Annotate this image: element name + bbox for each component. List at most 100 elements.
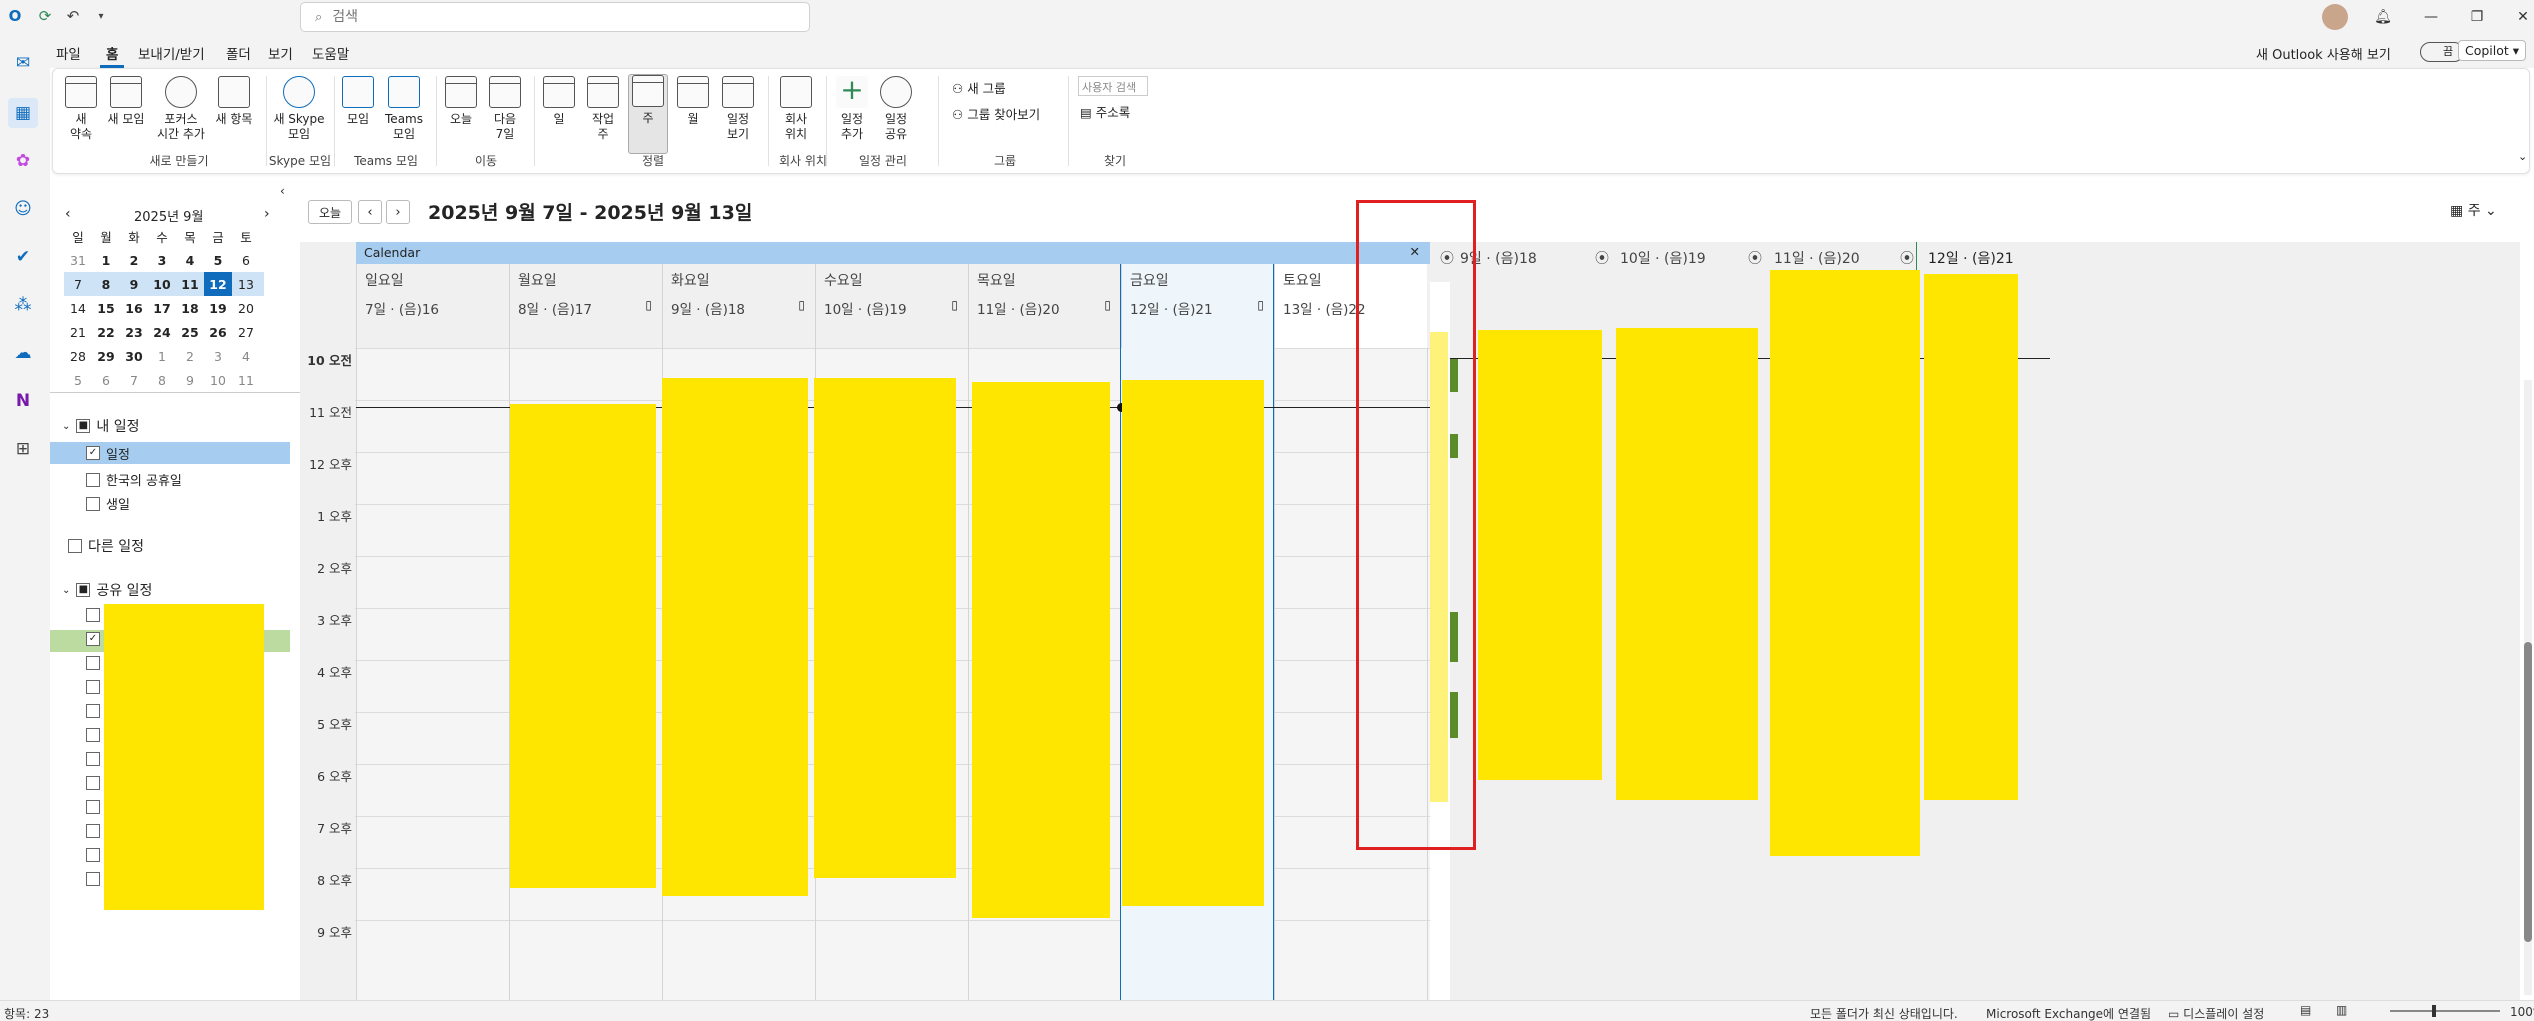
- scroll-thumb[interactable]: [2524, 642, 2532, 942]
- group-checkbox[interactable]: [68, 539, 82, 553]
- shared-calendar-checkbox[interactable]: [86, 608, 100, 622]
- normal-view-icon[interactable]: ▤: [2300, 1003, 2311, 1017]
- mini-calendar-day[interactable]: 4: [232, 344, 260, 368]
- undo-icon[interactable]: ↶: [62, 5, 84, 27]
- mini-calendar-day[interactable]: 23: [120, 320, 148, 344]
- view-switcher[interactable]: ▦ 주 ⌄: [2450, 200, 2497, 220]
- zoom-thumb[interactable]: [2432, 1005, 2436, 1017]
- apps-icon[interactable]: ⊞: [8, 434, 38, 464]
- shared-calendar-checkbox[interactable]: [86, 656, 100, 670]
- mini-calendar-day[interactable]: 31: [64, 248, 92, 272]
- browse-groups-button[interactable]: ⚇ 그룹 찾아보기: [952, 104, 1040, 123]
- note-icon[interactable]: ▯: [1104, 298, 1111, 312]
- mini-calendar-day[interactable]: 5: [204, 248, 232, 272]
- search-box[interactable]: ⌕: [300, 2, 810, 32]
- mini-calendar-day[interactable]: 29: [92, 344, 120, 368]
- search-input[interactable]: [332, 9, 773, 25]
- day-header[interactable]: 일요일 7일 · (음)16: [356, 264, 509, 348]
- shared-calendar-checkbox[interactable]: [86, 800, 100, 814]
- bell-icon[interactable]: 🔔︎: [2360, 0, 2406, 34]
- zoom-slider[interactable]: [2390, 1010, 2500, 1012]
- calendar-item-birthdays[interactable]: 생일: [86, 494, 130, 513]
- onedrive-icon[interactable]: ☁: [8, 338, 38, 368]
- mini-calendar-day[interactable]: 15: [92, 296, 120, 320]
- note-icon[interactable]: ▯: [951, 298, 958, 312]
- mini-calendar-day[interactable]: 12: [204, 272, 232, 296]
- note-icon[interactable]: ▯: [645, 298, 652, 312]
- day-view-button[interactable]: 일: [538, 76, 580, 127]
- share-calendar-button[interactable]: 일정 공유: [874, 76, 918, 142]
- tab-help[interactable]: 도움말: [306, 41, 355, 65]
- mini-calendar-day[interactable]: 7: [120, 368, 148, 392]
- new-group-button[interactable]: ⚇ 새 그룹: [952, 78, 1006, 97]
- mini-calendar-day[interactable]: 27: [232, 320, 260, 344]
- collapse-ribbon-icon[interactable]: ⌄: [2518, 150, 2527, 163]
- mini-calendar-day[interactable]: 30: [120, 344, 148, 368]
- new-meeting-button[interactable]: 새 모임: [100, 76, 152, 127]
- restore-button[interactable]: ❐: [2454, 0, 2500, 34]
- tab-view[interactable]: 보기: [262, 41, 299, 65]
- mini-calendar-day[interactable]: 4: [176, 248, 204, 272]
- mini-calendar-day[interactable]: 1: [92, 248, 120, 272]
- mini-calendar-day[interactable]: 6: [232, 248, 260, 272]
- new-items-button[interactable]: 새 항목: [208, 76, 260, 127]
- shared-calendars-group[interactable]: ⌄ ■ 공유 일정: [62, 580, 152, 600]
- today-button[interactable]: 오늘: [308, 200, 352, 224]
- address-book-button[interactable]: ▤ 주소록: [1080, 102, 1130, 121]
- mini-calendar-day[interactable]: 26: [204, 320, 232, 344]
- tab-send-receive[interactable]: 보내기/받기: [132, 41, 211, 65]
- avatar[interactable]: [2322, 4, 2348, 30]
- next-7-days-button[interactable]: 다음 7일: [484, 76, 526, 142]
- mini-prev-icon[interactable]: ‹: [65, 206, 71, 222]
- calendar-icon[interactable]: ▦: [8, 98, 38, 128]
- calendar-panel-tab[interactable]: Calendar ✕: [356, 242, 1430, 264]
- group-checkbox[interactable]: ■: [76, 583, 91, 597]
- mini-calendar-day[interactable]: 10: [204, 368, 232, 392]
- mini-calendar-day[interactable]: 17: [148, 296, 176, 320]
- calendar-checkbox[interactable]: [86, 496, 100, 511]
- mini-calendar-day[interactable]: 7: [64, 272, 92, 296]
- new-appointment-button[interactable]: 새 약속: [60, 76, 102, 142]
- calendar-item-main[interactable]: ✓ 일정: [50, 442, 290, 464]
- teams-meeting-button[interactable]: Teams 모임: [378, 76, 430, 142]
- mini-next-icon[interactable]: ›: [264, 206, 270, 222]
- mini-calendar-day[interactable]: 9: [176, 368, 204, 392]
- add-calendar-button[interactable]: + 일정 추가: [832, 76, 872, 142]
- day-header[interactable]: 금요일 12일 · (음)21 ▯: [1121, 264, 1274, 348]
- mini-calendar-day[interactable]: 24: [148, 320, 176, 344]
- mini-calendar-day[interactable]: 13: [232, 272, 260, 296]
- work-location-button[interactable]: 회사 위치: [774, 76, 818, 142]
- mini-calendar-day[interactable]: 2: [120, 248, 148, 272]
- mini-calendar-day[interactable]: 10: [148, 272, 176, 296]
- collapse-pane-icon[interactable]: ‹: [280, 184, 285, 198]
- mini-calendar-day[interactable]: 1: [148, 344, 176, 368]
- shared-calendar-checkbox[interactable]: [86, 728, 100, 742]
- note-icon[interactable]: ▯: [798, 298, 805, 312]
- shared-calendar-checkbox[interactable]: [86, 848, 100, 862]
- mini-calendar-day[interactable]: 20: [232, 296, 260, 320]
- mini-calendar-day[interactable]: 22: [92, 320, 120, 344]
- mini-calendar-day[interactable]: 9: [120, 272, 148, 296]
- mini-calendar-day[interactable]: 2: [176, 344, 204, 368]
- tab-folder[interactable]: 폴더: [220, 41, 257, 65]
- vertical-scrollbar[interactable]: [2524, 380, 2532, 995]
- mini-calendar-day[interactable]: 14: [64, 296, 92, 320]
- prev-week-button[interactable]: ‹: [358, 200, 382, 224]
- mini-calendar-day[interactable]: 28: [64, 344, 92, 368]
- mini-calendar-day[interactable]: 5: [64, 368, 92, 392]
- close-window-button[interactable]: ✕: [2500, 0, 2534, 34]
- day-header[interactable]: 목요일 11일 · (음)20 ▯: [968, 264, 1121, 348]
- copilot-button[interactable]: Copilot ▾: [2458, 40, 2527, 61]
- group-checkbox[interactable]: ■: [76, 419, 91, 433]
- mini-calendar-day[interactable]: 25: [176, 320, 204, 344]
- customize-qat-icon[interactable]: ▾: [90, 5, 112, 27]
- today-ribbon-button[interactable]: 오늘: [440, 76, 482, 127]
- mini-calendar-day[interactable]: 3: [148, 248, 176, 272]
- note-icon[interactable]: ▯: [1257, 298, 1264, 312]
- day-header[interactable]: 화요일 9일 · (음)18 ▯: [662, 264, 815, 348]
- next-week-button[interactable]: ›: [386, 200, 410, 224]
- calendar-checkbox[interactable]: ✓: [86, 446, 100, 460]
- mini-calendar-day[interactable]: 11: [232, 368, 260, 392]
- my-calendars-group[interactable]: ⌄ ■ 내 일정: [62, 416, 139, 436]
- todo-icon[interactable]: ✔: [8, 242, 38, 272]
